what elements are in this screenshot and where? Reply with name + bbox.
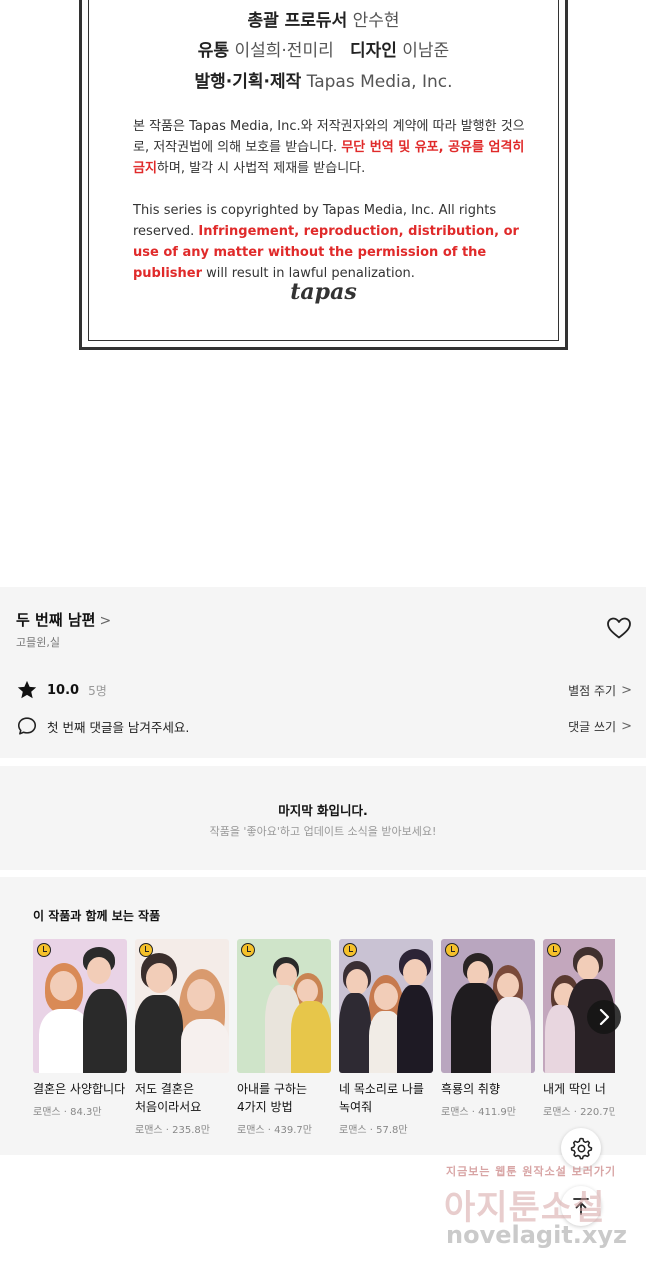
- credit-label: 디자인: [349, 41, 397, 61]
- recommendation-title: 네 목소리로 나를 녹여줘: [339, 1082, 424, 1114]
- watermark-tagline: 지금보는 웹툰 원작소설 보러가기: [446, 1165, 617, 1178]
- clock-badge-icon: [241, 943, 255, 957]
- gear-icon: [570, 1137, 593, 1160]
- clock-badge-icon: [37, 943, 51, 957]
- like-button[interactable]: [606, 616, 632, 640]
- series-info-section: 두 번째 남편 > 고믈윈,실 10.0 5명 별점 주기 > 첫 번째 댓글을 남…: [0, 587, 646, 758]
- recommendation-card[interactable]: 저도 결혼은 처음이라서요 로맨스 · 235.8만: [135, 939, 229, 1136]
- credit-distribution-design: 유통 이설희·전미리 디자인 이남준: [89, 36, 558, 61]
- series-title: 두 번째 남편: [16, 611, 96, 629]
- star-icon: [17, 680, 37, 699]
- recommendation-card[interactable]: 흑룡의 취향 로맨스 · 411.9만: [441, 939, 535, 1118]
- cover-thumbnail: [441, 939, 535, 1073]
- chevron-right-icon: >: [99, 613, 112, 629]
- recommendation-card[interactable]: 결혼은 사양합니다 로맨스 · 84.3만: [33, 939, 127, 1118]
- credit-label: 총괄 프로듀서: [247, 11, 348, 31]
- recommendations-section: 이 작품과 함께 보는 작품 결혼은 사양합니다 로맨스 · 84.3만 저도 …: [0, 877, 646, 1155]
- series-authors: 고믈윈,실: [16, 636, 60, 649]
- cover-thumbnail: [339, 939, 433, 1073]
- recommendations-carousel: 결혼은 사양합니다 로맨스 · 84.3만 저도 결혼은 처음이라서요 로맨스 …: [33, 939, 615, 1149]
- recommendations-heading: 이 작품과 함께 보는 작품: [33, 909, 161, 923]
- chevron-right-icon: >: [621, 682, 632, 698]
- settings-button[interactable]: [561, 1128, 601, 1168]
- rating-value: 10.0: [47, 682, 80, 698]
- carousel-next-button[interactable]: [587, 1000, 621, 1034]
- credit-label: 발행·기획·제작: [194, 72, 302, 92]
- copyright-notice-english: This series is copyrighted by Tapas Medi…: [133, 200, 533, 284]
- credit-value: 이설희·전미리: [234, 41, 334, 61]
- comment-icon: [17, 717, 37, 735]
- credit-value: 이남준: [402, 41, 450, 61]
- chevron-right-icon: >: [621, 718, 632, 734]
- rating-row: 10.0 5명 별점 주기 >: [16, 678, 632, 702]
- notice-text: 하며, 발각 시 사법적 제재를 받습니다.: [156, 161, 366, 176]
- recommendation-title: 아내를 구하는 4가지 방법: [237, 1082, 308, 1114]
- recommendation-card[interactable]: 네 목소리로 나를 녹여줘 로맨스 · 57.8만: [339, 939, 433, 1136]
- recommendation-meta: 로맨스 · 84.3만: [33, 1107, 102, 1118]
- last-episode-section: 마지막 화입니다. 작품을 '좋아요'하고 업데이트 소식을 받아보세요!: [0, 766, 646, 870]
- credits-inner-border: 총괄 프로듀서 안수현 유통 이설희·전미리 디자인 이남준 발행·기획·제작 …: [88, 0, 559, 341]
- write-comment-label: 댓글 쓰기: [568, 719, 617, 734]
- credit-producer: 총괄 프로듀서 안수현: [89, 6, 558, 31]
- series-title-link[interactable]: 두 번째 남편 >: [16, 609, 111, 630]
- recommendation-meta: 로맨스 · 411.9만: [441, 1107, 516, 1118]
- clock-badge-icon: [343, 943, 357, 957]
- cover-thumbnail: [237, 939, 331, 1073]
- clock-badge-icon: [445, 943, 459, 957]
- recommendation-card[interactable]: 아내를 구하는 4가지 방법 로맨스 · 439.7만: [237, 939, 331, 1136]
- chevron-right-icon: [599, 1008, 610, 1026]
- recommendation-title: 내게 딱인 너: [543, 1082, 606, 1096]
- recommendation-meta: 로맨스 · 235.8만: [135, 1125, 210, 1136]
- clock-badge-icon: [547, 943, 561, 957]
- rating-count: 5명: [88, 683, 107, 698]
- recommendation-title: 결혼은 사양합니다: [33, 1082, 126, 1096]
- rate-button[interactable]: 별점 주기 >: [568, 682, 632, 699]
- watermark-url: novelagit.xyz: [446, 1221, 628, 1249]
- clock-badge-icon: [139, 943, 153, 957]
- credits-panel: 총괄 프로듀서 안수현 유통 이설희·전미리 디자인 이남준 발행·기획·제작 …: [79, 0, 568, 350]
- comment-prompt[interactable]: 첫 번째 댓글을 남겨주세요.: [47, 717, 189, 736]
- cover-thumbnail: [135, 939, 229, 1073]
- comment-row: 첫 번째 댓글을 남겨주세요. 댓글 쓰기 >: [16, 714, 632, 738]
- credit-value: Tapas Media, Inc.: [306, 72, 453, 92]
- write-comment-button[interactable]: 댓글 쓰기 >: [568, 718, 632, 735]
- heart-icon: [607, 617, 631, 639]
- last-episode-title: 마지막 화입니다.: [278, 803, 368, 818]
- recommendation-title: 저도 결혼은 처음이라서요: [135, 1082, 202, 1114]
- recommendation-meta: 로맨스 · 220.7만: [543, 1107, 615, 1118]
- tapas-logo: tapas: [290, 279, 357, 305]
- rate-label: 별점 주기: [568, 683, 617, 698]
- recommendation-meta: 로맨스 · 57.8만: [339, 1125, 408, 1136]
- recommendation-meta: 로맨스 · 439.7만: [237, 1125, 312, 1136]
- cover-thumbnail: [33, 939, 127, 1073]
- copyright-notice-korean: 본 작품은 Tapas Media, Inc.와 저작권자와의 계약에 따라 발…: [133, 116, 533, 179]
- credit-value: 안수현: [352, 11, 400, 31]
- recommendation-title: 흑룡의 취향: [441, 1082, 501, 1096]
- credit-label: 유통: [197, 41, 230, 61]
- last-episode-subtitle: 작품을 '좋아요'하고 업데이트 소식을 받아보세요!: [209, 825, 437, 838]
- credit-publisher: 발행·기획·제작 Tapas Media, Inc.: [89, 67, 558, 92]
